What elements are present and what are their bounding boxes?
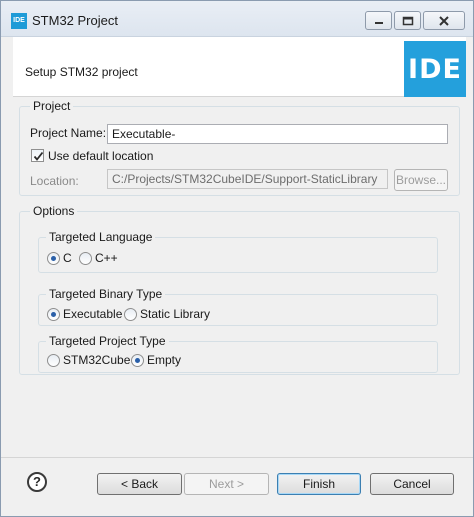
stm32-project-dialog: IDE STM32 Project Setup STM32 project ID… bbox=[0, 0, 474, 517]
location-input[interactable]: C:/Projects/STM32CubeIDE/Support-StaticL… bbox=[107, 169, 388, 189]
binary-static-library-radio[interactable] bbox=[124, 308, 137, 321]
project-group-legend: Project bbox=[30, 99, 74, 113]
wizard-heading: Setup STM32 project bbox=[25, 65, 138, 79]
language-cpp-radio[interactable] bbox=[79, 252, 92, 265]
title-bar[interactable]: IDE STM32 Project bbox=[1, 1, 473, 37]
window-title: STM32 Project bbox=[32, 13, 118, 28]
language-cpp-label[interactable]: C++ bbox=[95, 251, 118, 265]
project-type-stm32cube-radio[interactable] bbox=[47, 354, 60, 367]
window-controls bbox=[365, 11, 465, 30]
footer-divider bbox=[1, 457, 473, 458]
use-default-location-checkbox[interactable] bbox=[31, 149, 44, 162]
ide-logo: IDE bbox=[404, 41, 466, 97]
wizard-header: Setup STM32 project IDE bbox=[13, 37, 466, 97]
back-button[interactable]: < Back bbox=[97, 473, 182, 495]
project-name-label: Project Name: bbox=[30, 126, 107, 140]
next-button[interactable]: Next > bbox=[184, 473, 269, 495]
targeted-project-type-legend: Targeted Project Type bbox=[46, 334, 169, 348]
binary-static-library-label[interactable]: Static Library bbox=[140, 307, 210, 321]
minimize-button[interactable] bbox=[365, 11, 392, 30]
browse-button[interactable]: Browse... bbox=[394, 169, 448, 191]
targeted-language-legend: Targeted Language bbox=[46, 230, 156, 244]
targeted-binary-type-legend: Targeted Binary Type bbox=[46, 287, 166, 301]
use-default-location-label[interactable]: Use default location bbox=[48, 149, 153, 163]
close-button[interactable] bbox=[423, 11, 465, 30]
maximize-icon bbox=[402, 16, 413, 25]
ide-app-icon: IDE bbox=[11, 13, 27, 29]
maximize-button[interactable] bbox=[394, 11, 421, 30]
wizard-body: Project Project Name: Executable- Use de… bbox=[13, 97, 466, 457]
language-c-radio[interactable] bbox=[47, 252, 60, 265]
project-type-empty-label[interactable]: Empty bbox=[147, 353, 181, 367]
minimize-icon bbox=[374, 21, 383, 24]
project-type-stm32cube-label[interactable]: STM32Cube bbox=[63, 353, 130, 367]
checkmark-icon bbox=[33, 151, 44, 161]
finish-button[interactable]: Finish bbox=[277, 473, 361, 495]
project-name-input[interactable]: Executable- bbox=[107, 124, 448, 144]
help-icon[interactable]: ? bbox=[27, 472, 47, 492]
binary-executable-radio[interactable] bbox=[47, 308, 60, 321]
close-icon bbox=[439, 15, 449, 26]
project-type-empty-radio[interactable] bbox=[131, 354, 144, 367]
language-c-label[interactable]: C bbox=[63, 251, 72, 265]
location-label: Location: bbox=[30, 174, 79, 188]
cancel-button[interactable]: Cancel bbox=[370, 473, 454, 495]
options-group-legend: Options bbox=[30, 204, 78, 218]
binary-executable-label[interactable]: Executable bbox=[63, 307, 122, 321]
